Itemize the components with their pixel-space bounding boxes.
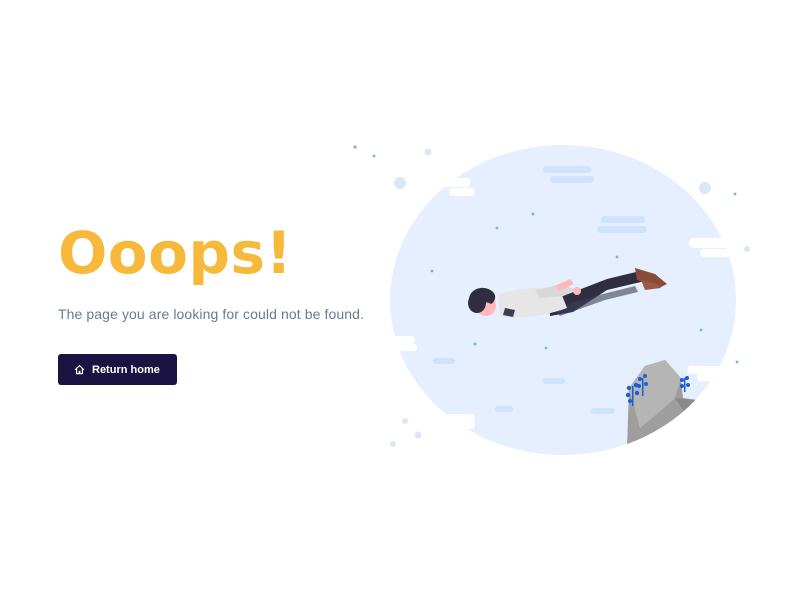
flying-person-illustration bbox=[345, 138, 765, 468]
error-headline: Ooops! bbox=[58, 219, 293, 287]
home-icon bbox=[74, 364, 85, 375]
return-home-button[interactable]: Return home bbox=[58, 354, 177, 385]
not-found-page: Ooops! The page you are looking for coul… bbox=[0, 0, 800, 600]
error-content: Ooops! The page you are looking for coul… bbox=[58, 218, 378, 385]
return-home-label: Return home bbox=[92, 363, 160, 376]
error-message: The page you are looking for could not b… bbox=[58, 306, 365, 322]
